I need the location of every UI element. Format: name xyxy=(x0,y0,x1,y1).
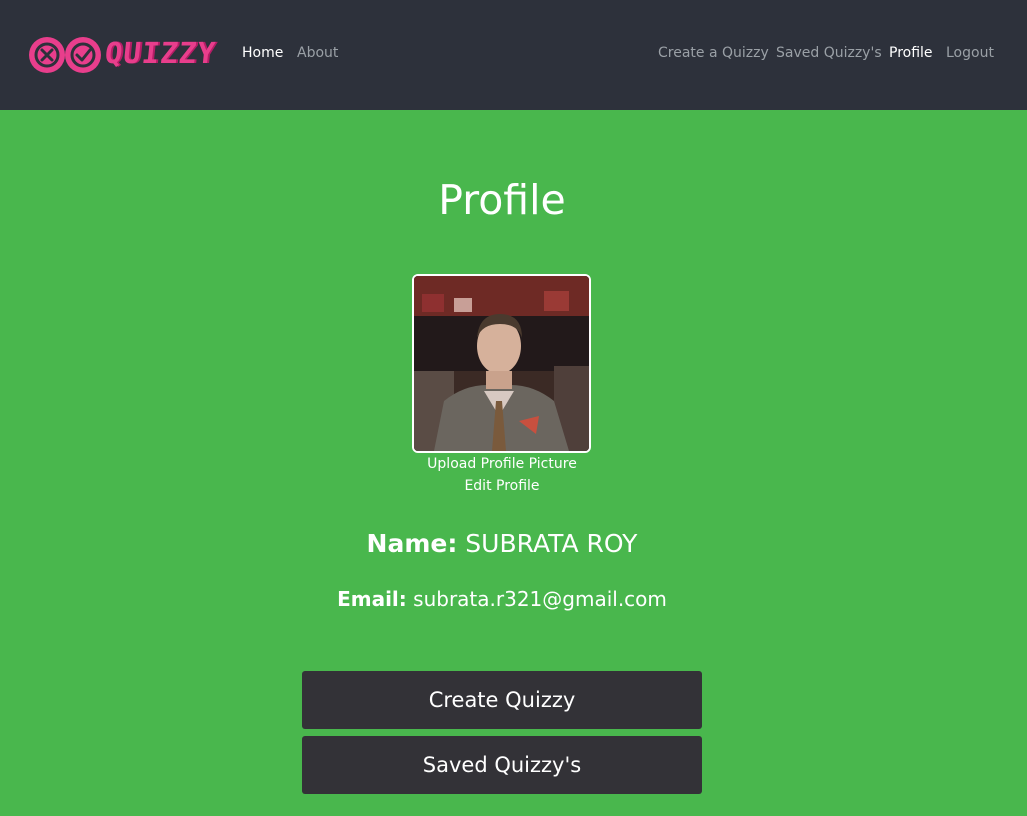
name-row: Name: SUBRATA ROY xyxy=(0,529,1004,558)
nav-link-profile[interactable]: Profile xyxy=(889,45,933,61)
x-check-logo-icon xyxy=(29,37,101,73)
brand-name[interactable]: QUIZZY xyxy=(103,36,217,70)
nav-link-create-quizzy[interactable]: Create a Quizzy xyxy=(658,45,769,61)
upload-profile-picture-link[interactable]: Upload Profile Picture xyxy=(0,456,1004,472)
nav-link-about[interactable]: About xyxy=(297,45,338,61)
email-value: subrata.r321@gmail.com xyxy=(413,587,667,611)
page-title: Profile xyxy=(438,176,566,224)
saved-quizzys-button[interactable]: Saved Quizzy's xyxy=(302,736,702,794)
nav-link-saved-quizzys[interactable]: Saved Quizzy's xyxy=(776,45,882,61)
email-label: Email: xyxy=(337,587,407,611)
name-value: SUBRATA ROY xyxy=(465,529,638,558)
create-quizzy-button[interactable]: Create Quizzy xyxy=(302,671,702,729)
navbar: QUIZZY Home About Create a Quizzy Saved … xyxy=(0,0,1027,110)
email-row: Email: subrata.r321@gmail.com xyxy=(0,587,1004,611)
edit-profile-link[interactable]: Edit Profile xyxy=(0,478,1004,494)
name-label: Name: xyxy=(366,529,458,558)
nav-link-logout[interactable]: Logout xyxy=(946,45,994,61)
profile-photo xyxy=(414,276,589,451)
nav-link-home[interactable]: Home xyxy=(242,45,283,61)
avatar xyxy=(412,274,591,453)
